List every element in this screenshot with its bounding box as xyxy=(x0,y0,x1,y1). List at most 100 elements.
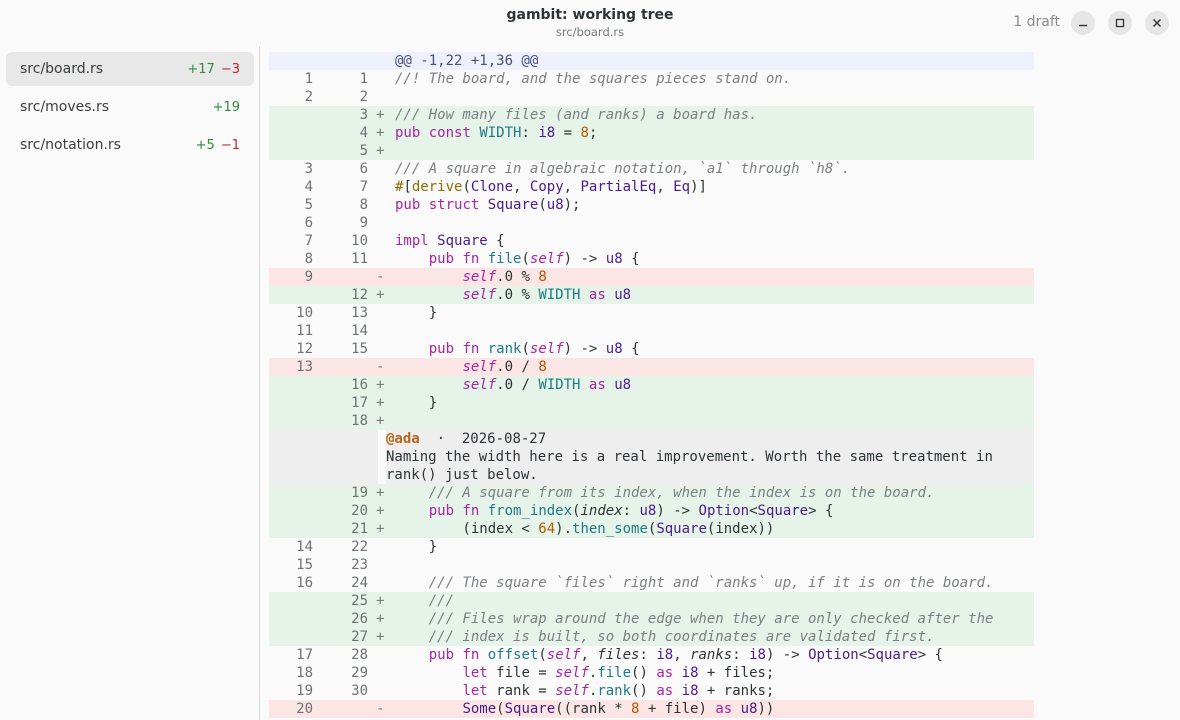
old-line-number: 18 xyxy=(296,665,313,681)
review-comment[interactable]: @ada · 2026-08-27 Naming the width here … xyxy=(386,430,1034,484)
old-line-number: 11 xyxy=(296,323,313,339)
file-item-notation[interactable]: src/notation.rs +5 −1 xyxy=(6,128,254,162)
new-line-number: 27 xyxy=(351,629,368,645)
code-text: /// A square in algebraic notation, `a1`… xyxy=(395,161,851,177)
diff-line-add[interactable]: 27 + /// index is built, so both coordina… xyxy=(269,628,1034,646)
new-line-number: 29 xyxy=(351,665,368,681)
window-title: gambit: working tree xyxy=(506,7,674,23)
close-button[interactable] xyxy=(1145,11,1169,35)
change-marker: + xyxy=(376,485,385,501)
code-text: pub fn from_index(index: u8) -> Option<S… xyxy=(428,503,834,519)
code-text: pub fn file(self) -> u8 { xyxy=(428,251,640,267)
change-marker: + xyxy=(376,593,385,609)
diff-line-ctx[interactable]: 69 xyxy=(269,214,1034,232)
change-marker: - xyxy=(376,359,385,375)
draft-badge[interactable]: 1 draft xyxy=(1013,14,1060,30)
diff-line-add[interactable]: 12 + self.0 % WIDTH as u8 xyxy=(269,286,1034,304)
diff-line-ctx[interactable]: 3 6 /// A square in algebraic notation, `a… xyxy=(269,160,1034,178)
diff-line-ctx[interactable]: 19 30 let rank = self.rank() as i8 + rank… xyxy=(269,682,1034,700)
diff-line-del[interactable]: 9 - self.0 % 8 xyxy=(269,268,1034,286)
comment-separator: · xyxy=(436,431,446,447)
change-marker: + xyxy=(376,125,385,141)
lines-added: +17 xyxy=(187,61,215,77)
new-line-number: 2 xyxy=(359,89,368,105)
new-line-number: 26 xyxy=(351,611,368,627)
minimize-icon xyxy=(1079,24,1087,27)
minimize-button[interactable] xyxy=(1071,11,1095,35)
code-text: pub const WIDTH: i8 = 8; xyxy=(395,125,598,141)
new-line-number: 13 xyxy=(351,305,368,321)
diff-line-add[interactable]: 20 + pub fn from_index(index: u8) -> Opti… xyxy=(269,502,1034,520)
new-line-number: 6 xyxy=(359,161,368,177)
new-line-number: 30 xyxy=(351,683,368,699)
diff-line-add[interactable]: 26 + /// Files wrap around the edge when … xyxy=(269,610,1034,628)
code-text: @@ -1,22 +1,36 @@ xyxy=(395,53,539,69)
diff-line-add[interactable]: 16 + self.0 / WIDTH as u8 xyxy=(269,376,1034,394)
new-line-number: 12 xyxy=(351,287,368,303)
diff-line-ctx[interactable]: 14 22 } xyxy=(269,538,1034,556)
new-line-number: 3 xyxy=(359,107,368,123)
diff-line-ctx[interactable]: 1 1 //! The board, and the squares pieces … xyxy=(269,70,1034,88)
close-icon xyxy=(1153,19,1161,27)
file-item-moves[interactable]: src/moves.rs +19 xyxy=(6,90,254,124)
comment-header: @ada · 2026-08-27 xyxy=(386,430,1034,448)
diff-line-add[interactable]: 19 + /// A square from its index, when th… xyxy=(269,484,1034,502)
new-line-number: 24 xyxy=(351,575,368,591)
diff-line-ctx[interactable]: 15 23 xyxy=(269,556,1034,574)
diff-line-ctx[interactable]: 12 15 pub fn rank(self) -> u8 { xyxy=(269,340,1034,358)
maximize-button[interactable] xyxy=(1108,11,1132,35)
diff-line-add[interactable]: 17 + } xyxy=(269,394,1034,412)
diff-line-ctx[interactable]: 17 28 pub fn offset(self, files: i8, rank… xyxy=(269,646,1034,664)
diff-line-ctx[interactable]: 10 13 } xyxy=(269,304,1034,322)
diff-line-add[interactable]: 5 + xyxy=(269,142,1034,160)
diff-line-ctx[interactable]: 11 14 xyxy=(269,322,1034,340)
file-item-board[interactable]: src/board.rs +17 −3 xyxy=(6,52,254,86)
diff-line-add[interactable]: 21 + (index < 64).then_some(Square(index)… xyxy=(269,520,1034,538)
lines-removed: −1 xyxy=(220,137,240,153)
new-line-number: 10 xyxy=(351,233,368,249)
lines-removed: −3 xyxy=(220,61,240,77)
diff-line-add[interactable]: 25 + /// xyxy=(269,592,1034,610)
code-text: Some(Square((rank * 8 + file) as u8)) xyxy=(462,701,775,717)
diff-line-del[interactable]: 13 - self.0 / 8 xyxy=(269,358,1034,376)
old-line-number: 10 xyxy=(296,305,313,321)
code-text: self.0 % 8 xyxy=(462,269,547,285)
maximize-icon xyxy=(1115,18,1125,28)
diff-line-ctx[interactable]: 22 xyxy=(269,88,1034,106)
diff-line-ctx[interactable]: 4 7 #[derive(Clone, Copy, PartialEq, Eq)] xyxy=(269,178,1034,196)
title-bar: gambit: working tree src/board.rs 1 draf… xyxy=(0,0,1180,46)
file-name: src/moves.rs xyxy=(20,99,110,115)
diff-line-ctx[interactable]: 7 10 impl Square { xyxy=(269,232,1034,250)
diff-line-add[interactable]: 3 + /// How many files (and ranks) a board… xyxy=(269,106,1034,124)
change-marker: + xyxy=(376,287,385,303)
old-line-number: 15 xyxy=(296,557,313,573)
new-line-number: 8 xyxy=(359,197,368,213)
diff-line-ctx[interactable]: 16 24 /// The square `files` right and `r… xyxy=(269,574,1034,592)
old-line-number: 7 xyxy=(304,233,313,249)
lines-added: +5 xyxy=(195,137,215,153)
new-line-number: 23 xyxy=(351,557,368,573)
comment-author[interactable]: @ada xyxy=(386,431,420,447)
code-text: self.0 % WIDTH as u8 xyxy=(462,287,632,303)
code-text: let rank = self.rank() as i8 + ranks; xyxy=(462,683,775,699)
new-line-number: 19 xyxy=(351,485,368,501)
diff-line-add[interactable]: 18 + xyxy=(269,412,1034,430)
file-sidebar: src/board.rs +17 −3 src/moves.rs +19 src… xyxy=(0,46,260,720)
window-subtitle: src/board.rs xyxy=(555,25,625,39)
diff-line-del[interactable]: 20 - Some(Square((rank * 8 + file) as u8)… xyxy=(269,700,1034,718)
old-line-number: 20 xyxy=(296,701,313,717)
code-text: } xyxy=(395,395,438,411)
hunk-header[interactable]: @@ -1,22 +1,36 @@ xyxy=(269,52,1034,70)
diff-line-ctx[interactable]: 8 11 pub fn file(self) -> u8 { xyxy=(269,250,1034,268)
diff-line-ctx[interactable]: 5 8 pub struct Square(u8); xyxy=(269,196,1034,214)
code-text: //! The board, and the squares pieces st… xyxy=(395,71,792,87)
diff-line-add[interactable]: 4 + pub const WIDTH: i8 = 8; xyxy=(269,124,1034,142)
new-line-number: 22 xyxy=(351,539,368,555)
change-marker: - xyxy=(376,701,385,717)
code-text: pub fn rank(self) -> u8 { xyxy=(428,341,640,357)
change-marker: + xyxy=(376,521,385,537)
diff-view[interactable]: @ada · 2026-08-27 Naming the width here … xyxy=(261,46,1180,720)
diff-line-ctx[interactable]: 18 29 let file = self.file() as i8 + file… xyxy=(269,664,1034,682)
new-line-number: 25 xyxy=(351,593,368,609)
new-line-number: 5 xyxy=(359,143,368,159)
